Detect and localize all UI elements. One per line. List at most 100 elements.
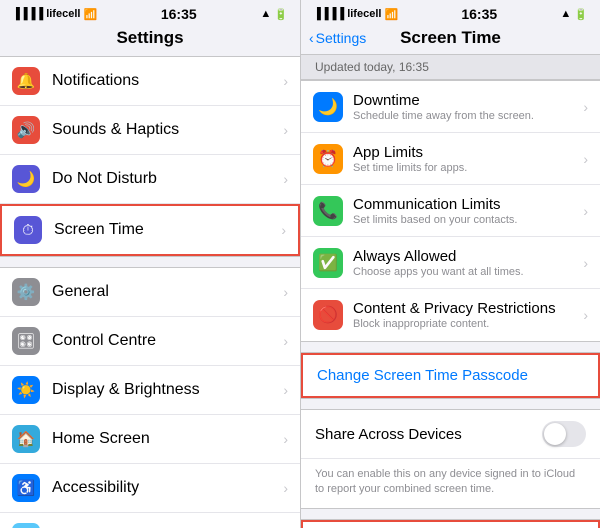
right-carrier-label: lifecell bbox=[347, 8, 381, 20]
left-carrier: ▐▐▐▐ lifecell 📶 bbox=[12, 8, 97, 21]
share-section: Share Across Devices You can enable this… bbox=[301, 409, 600, 509]
alwaysallowed-sub: Choose apps you want at all times. bbox=[353, 266, 583, 278]
settings-item-general[interactable]: ⚙️ General › bbox=[0, 268, 300, 317]
contentprivacy-text: Content & Privacy Restrictions Block ina… bbox=[353, 300, 583, 330]
passcode-section: Change Screen Time Passcode bbox=[301, 352, 600, 399]
back-button[interactable]: ‹ Settings bbox=[309, 30, 366, 46]
right-item-communicationlimits[interactable]: 📞 Communication Limits Set limits based … bbox=[301, 185, 600, 237]
change-passcode-button[interactable]: Change Screen Time Passcode bbox=[301, 353, 600, 398]
right-item-contentprivacy[interactable]: 🚫 Content & Privacy Restrictions Block i… bbox=[301, 289, 600, 341]
accessibility-icon: ♿ bbox=[12, 474, 40, 502]
contentprivacy-icon: 🚫 bbox=[313, 300, 343, 330]
controlcentre-icon: 🎛 bbox=[12, 327, 40, 355]
contentprivacy-sub: Block inappropriate content. bbox=[353, 318, 583, 330]
notifications-label: Notifications bbox=[52, 72, 279, 90]
right-battery-icon: 🔋 bbox=[574, 8, 588, 21]
displaybrightness-label: Display & Brightness bbox=[52, 381, 279, 399]
right-carrier: ▐▐▐▐ lifecell 📶 bbox=[313, 8, 398, 21]
right-signal-icon: ▐▐▐▐ bbox=[313, 8, 344, 20]
share-label: Share Across Devices bbox=[315, 426, 542, 443]
general-label: General bbox=[52, 283, 279, 301]
screentime-label: Screen Time bbox=[54, 221, 277, 239]
alwaysallowed-icon: ✅ bbox=[313, 248, 343, 278]
alwaysallowed-chevron: › bbox=[583, 255, 588, 271]
right-item-alwaysallowed[interactable]: ✅ Always Allowed Choose apps you want at… bbox=[301, 237, 600, 289]
settings-item-screentime[interactable]: ⏱ Screen Time › bbox=[0, 204, 300, 256]
dnd-label: Do Not Disturb bbox=[52, 170, 279, 188]
left-panel: ▐▐▐▐ lifecell 📶 16:35 ▲ 🔋 Settings 🔔 Not… bbox=[0, 0, 300, 528]
wallpaper-icon: 🖼 bbox=[12, 523, 40, 528]
sounds-label: Sounds & Haptics bbox=[52, 121, 279, 139]
displaybrightness-icon: ☀️ bbox=[12, 376, 40, 404]
screentime-chevron: › bbox=[281, 222, 286, 238]
updated-text: Updated today, 16:35 bbox=[315, 60, 429, 74]
dnd-icon: 🌙 bbox=[12, 165, 40, 193]
back-chevron-icon: ‹ bbox=[309, 30, 314, 46]
communicationlimits-title: Communication Limits bbox=[353, 196, 583, 213]
downtime-title: Downtime bbox=[353, 92, 583, 109]
screentime-items-group: 🌙 Downtime Schedule time away from the s… bbox=[301, 80, 600, 342]
left-settings-list: 🔔 Notifications › 🔊 Sounds & Haptics › 🌙… bbox=[0, 56, 300, 528]
displaybrightness-chevron: › bbox=[283, 382, 288, 398]
downtime-icon: 🌙 bbox=[313, 92, 343, 122]
notifications-icon: 🔔 bbox=[12, 67, 40, 95]
notifications-chevron: › bbox=[283, 73, 288, 89]
settings-item-sounds[interactable]: 🔊 Sounds & Haptics › bbox=[0, 106, 300, 155]
applimits-text: App Limits Set time limits for apps. bbox=[353, 144, 583, 174]
settings-item-notifications[interactable]: 🔔 Notifications › bbox=[0, 57, 300, 106]
settings-item-homescreen[interactable]: 🏠 Home Screen › bbox=[0, 415, 300, 464]
turn-off-section: Turn Off Screen Time bbox=[301, 519, 600, 528]
settings-item-wallpaper[interactable]: 🖼 Wallpaper › bbox=[0, 513, 300, 528]
communicationlimits-chevron: › bbox=[583, 203, 588, 219]
right-status-icons-right: ▲ 🔋 bbox=[560, 8, 588, 21]
left-panel-title: Settings bbox=[0, 24, 300, 56]
right-panel-title: Screen Time bbox=[400, 28, 501, 48]
downtime-text: Downtime Schedule time away from the scr… bbox=[353, 92, 583, 122]
controlcentre-label: Control Centre bbox=[52, 332, 279, 350]
downtime-chevron: › bbox=[583, 99, 588, 115]
turn-off-button[interactable]: Turn Off Screen Time bbox=[301, 520, 600, 528]
settings-item-accessibility[interactable]: ♿ Accessibility › bbox=[0, 464, 300, 513]
sounds-chevron: › bbox=[283, 122, 288, 138]
wifi-icon: 📶 bbox=[83, 8, 97, 21]
share-toggle[interactable] bbox=[542, 421, 586, 447]
settings-group-1: 🔔 Notifications › 🔊 Sounds & Haptics › 🌙… bbox=[0, 56, 300, 257]
homescreen-chevron: › bbox=[283, 431, 288, 447]
screentime-icon: ⏱ bbox=[14, 216, 42, 244]
applimits-sub: Set time limits for apps. bbox=[353, 162, 583, 174]
right-header: ‹ Settings Screen Time bbox=[301, 24, 600, 54]
applimits-title: App Limits bbox=[353, 144, 583, 161]
settings-group-2: ⚙️ General › 🎛 Control Centre › ☀️ Displ… bbox=[0, 267, 300, 528]
applimits-icon: ⏰ bbox=[313, 144, 343, 174]
alwaysallowed-text: Always Allowed Choose apps you want at a… bbox=[353, 248, 583, 278]
accessibility-chevron: › bbox=[283, 480, 288, 496]
right-wifi-icon: 📶 bbox=[384, 8, 398, 21]
share-row: Share Across Devices bbox=[301, 410, 600, 459]
settings-item-controlcentre[interactable]: 🎛 Control Centre › bbox=[0, 317, 300, 366]
general-chevron: › bbox=[283, 284, 288, 300]
right-item-applimits[interactable]: ⏰ App Limits Set time limits for apps. › bbox=[301, 133, 600, 185]
applimits-chevron: › bbox=[583, 151, 588, 167]
left-time: 16:35 bbox=[161, 6, 197, 22]
settings-item-displaybrightness[interactable]: ☀️ Display & Brightness › bbox=[0, 366, 300, 415]
share-description: You can enable this on any device signed… bbox=[301, 459, 600, 508]
general-icon: ⚙️ bbox=[12, 278, 40, 306]
back-label: Settings bbox=[316, 30, 367, 46]
dnd-chevron: › bbox=[283, 171, 288, 187]
communicationlimits-sub: Set limits based on your contacts. bbox=[353, 214, 583, 226]
location-icon: ▲ bbox=[260, 8, 271, 20]
communicationlimits-icon: 📞 bbox=[313, 196, 343, 226]
communicationlimits-text: Communication Limits Set limits based on… bbox=[353, 196, 583, 226]
homescreen-label: Home Screen bbox=[52, 430, 279, 448]
left-carrier-label: lifecell bbox=[46, 8, 80, 20]
right-item-downtime[interactable]: 🌙 Downtime Schedule time away from the s… bbox=[301, 81, 600, 133]
left-status-bar: ▐▐▐▐ lifecell 📶 16:35 ▲ 🔋 bbox=[0, 0, 300, 24]
homescreen-icon: 🏠 bbox=[12, 425, 40, 453]
sounds-icon: 🔊 bbox=[12, 116, 40, 144]
right-panel: ▐▐▐▐ lifecell 📶 16:35 ▲ 🔋 ‹ Settings Scr… bbox=[300, 0, 600, 528]
contentprivacy-title: Content & Privacy Restrictions bbox=[353, 300, 583, 317]
left-status-icons-right: ▲ 🔋 bbox=[260, 8, 288, 21]
controlcentre-chevron: › bbox=[283, 333, 288, 349]
signal-icon: ▐▐▐▐ bbox=[12, 8, 43, 20]
settings-item-dnd[interactable]: 🌙 Do Not Disturb › bbox=[0, 155, 300, 204]
